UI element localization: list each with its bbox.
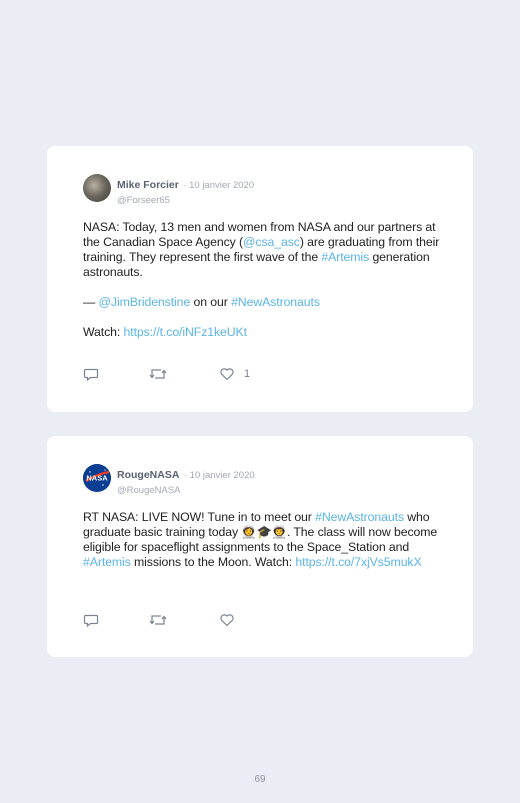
text: RT NASA: LIVE NOW! Tune in to meet our bbox=[83, 510, 316, 524]
hashtag-link[interactable]: #NewAstronauts bbox=[315, 510, 404, 524]
tweet-card: Mike Forcier · 10 janvier 2020 @Forseer6… bbox=[47, 146, 473, 412]
heart-icon bbox=[220, 614, 234, 627]
hashtag-link[interactable]: #Artemis bbox=[321, 250, 369, 264]
tweet-text: RT NASA: LIVE NOW! Tune in to meet our #… bbox=[83, 510, 443, 585]
page-number: 69 bbox=[254, 774, 266, 785]
text: on our bbox=[190, 295, 232, 309]
tweet-text: NASA: Today, 13 men and women from NASA … bbox=[83, 220, 443, 355]
retweet-button[interactable] bbox=[149, 612, 167, 628]
tweet-card: NASA RougeNASA · 10 janvier 2020 @RougeN… bbox=[47, 436, 473, 657]
hashtag-link[interactable]: #NewAstronauts bbox=[231, 295, 320, 309]
author-handle[interactable]: @RougeNASA bbox=[117, 485, 255, 496]
url-link[interactable]: https://t.co/iNFz1keUKt bbox=[124, 325, 248, 339]
author-handle[interactable]: @Forseer65 bbox=[117, 195, 254, 206]
reply-button[interactable] bbox=[83, 366, 99, 382]
reply-button[interactable] bbox=[83, 612, 99, 628]
like-count: 1 bbox=[244, 368, 251, 380]
like-button[interactable] bbox=[219, 612, 244, 628]
nasa-logo-icon: NASA bbox=[83, 464, 111, 492]
author-name[interactable]: RougeNASA bbox=[117, 469, 179, 481]
text: — bbox=[83, 295, 99, 309]
mention-link[interactable]: @csa_asc bbox=[243, 235, 300, 249]
retweet-button[interactable] bbox=[149, 366, 167, 382]
tweet-date: · 10 janvier 2020 bbox=[183, 180, 255, 191]
text: missions to the Moon. Watch: bbox=[130, 555, 296, 569]
reply-icon bbox=[83, 368, 99, 382]
nasa-logo-text: NASA bbox=[86, 474, 108, 483]
retweet-icon bbox=[149, 615, 167, 625]
text: Watch: bbox=[83, 325, 124, 339]
like-button[interactable]: 1 bbox=[219, 366, 250, 382]
author-name[interactable]: Mike Forcier bbox=[117, 179, 179, 191]
url-link[interactable]: https://t.co/7xjVs5mukX bbox=[295, 555, 421, 569]
mention-link[interactable]: @JimBridenstine bbox=[99, 295, 191, 309]
avatar[interactable] bbox=[83, 174, 111, 202]
retweet-icon bbox=[149, 369, 167, 379]
hashtag-link[interactable]: #Artemis bbox=[83, 555, 131, 569]
avatar[interactable]: NASA bbox=[83, 464, 111, 492]
heart-icon bbox=[220, 368, 234, 381]
reply-icon bbox=[83, 614, 99, 628]
tweet-date: · 10 janvier 2020 bbox=[183, 470, 255, 481]
